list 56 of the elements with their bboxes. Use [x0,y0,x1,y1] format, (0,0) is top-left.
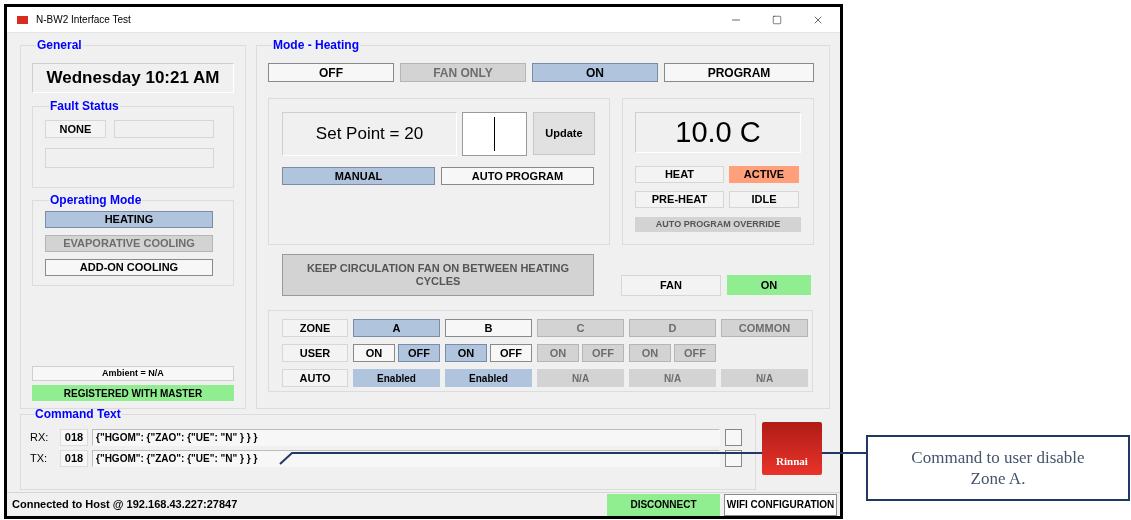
status-bar-button[interactable]: WIFI CONFIGURATION [724,493,837,516]
connection-status: Connected to Host @ 192.168.43.227:27847 [11,497,238,513]
group-title: Operating Mode [49,194,143,206]
status-indicator: PRE-HEAT [635,191,724,208]
command-field: {"HGOM": {"ZAO": {"UE": "N" } } } [92,450,720,467]
byte-count: 018 [60,429,88,446]
fault-code: NONE [45,120,106,138]
byte-count: 018 [60,450,88,467]
zone-row-label: ZONE [282,319,348,337]
app-icon [17,15,28,24]
mode-button[interactable]: PROGRAM [664,63,814,82]
user-toggle-button[interactable]: ON [353,344,395,362]
brand-logo: Rinnai [762,422,822,475]
user-toggle-button[interactable]: OFF [398,344,440,362]
command-field: {"HGOM": {"ZAO": {"UE": "N" } } } [92,429,720,446]
ambient-display: Ambient = N/A [32,366,234,381]
user-toggle-button[interactable]: OFF [490,344,532,362]
mode-button[interactable]: OFF [268,63,394,82]
registration-status: REGISTERED WITH MASTER [32,385,234,401]
window-title: N-BW2 Interface Test [36,13,131,27]
group-title: Fault Status [49,100,120,112]
auto-status: N/A [537,369,624,387]
datetime-display: Wednesday 10:21 AM [32,63,234,93]
status-indicator: ACTIVE [729,166,799,183]
override-indicator: AUTO PROGRAM OVERRIDE [635,217,801,232]
mode-button[interactable]: ON [532,63,658,82]
operating-mode-button[interactable]: HEATING [45,211,213,228]
status-bar-button[interactable]: DISCONNECT [607,493,720,516]
fan-status: ON [727,275,811,295]
auto-status: N/A [629,369,716,387]
status-indicator: IDLE [729,191,799,208]
zone-button[interactable]: B [445,319,532,337]
command-label: RX: [30,430,50,446]
zone-row-label: AUTO [282,369,348,387]
command-label: TX: [30,451,49,467]
control-mode-button[interactable]: MANUAL [282,167,435,185]
update-button[interactable]: Update [533,112,595,155]
group-title: Command Text [34,408,122,420]
operating-mode-button[interactable]: ADD-ON COOLING [45,259,213,276]
temperature-display: 10.0 C [635,112,801,153]
zone-row-label: USER [282,344,348,362]
checkbox[interactable] [725,429,742,446]
control-mode-button[interactable]: AUTO PROGRAM [441,167,594,185]
group-title: General [36,39,83,51]
auto-status: Enabled [445,369,532,387]
status-indicator: HEAT [635,166,724,183]
maximize-icon[interactable] [772,14,782,25]
auto-status: Enabled [353,369,440,387]
fan-label: FAN [621,275,721,296]
annotation-callout: Command to user disable Zone A. [866,435,1130,501]
setpoint-input[interactable] [462,112,527,156]
group-title: Mode - Heating [272,39,360,51]
auto-status: N/A [721,369,808,387]
setpoint-display: Set Point = 20 [282,112,457,156]
zone-button[interactable]: A [353,319,440,337]
user-toggle-button[interactable]: ON [445,344,487,362]
